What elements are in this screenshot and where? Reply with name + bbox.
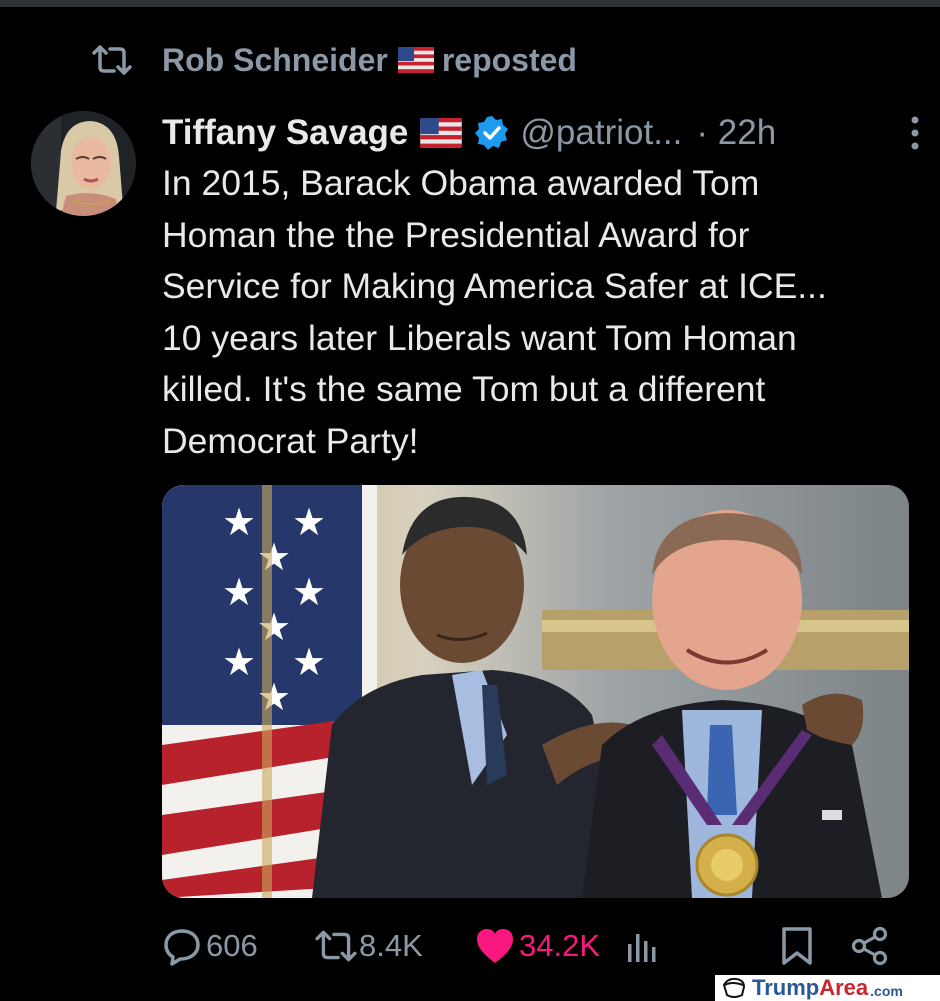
bookmark-button[interactable] <box>780 922 814 970</box>
tweet-text-line: Homan the the Presidential Award for <box>162 214 750 255</box>
svg-text:★: ★ <box>222 640 256 684</box>
repost-icon <box>315 930 357 962</box>
more-options-icon[interactable] <box>908 114 922 152</box>
svg-text:★: ★ <box>222 500 256 544</box>
analytics-bars-icon <box>628 934 656 962</box>
repost-icon <box>92 45 132 75</box>
repost-count: 8.4K <box>359 928 423 963</box>
svg-text:★: ★ <box>292 570 326 614</box>
us-flag-icon <box>420 118 463 148</box>
heart-filled-icon <box>477 929 513 963</box>
tweet-text-line: 10 years later Liberals want Tom Homan <box>162 317 797 358</box>
award-ceremony-image: ★ ★ ★ ★ ★ ★ ★ ★ ★ <box>162 485 909 898</box>
author-display-name[interactable]: Tiffany Savage <box>162 113 408 153</box>
tweet-text: In 2015, Barack Obama awarded Tom Homan … <box>162 158 922 467</box>
avatar[interactable] <box>31 111 136 216</box>
tweet-actions: 606 8.4K 34.2K <box>162 922 902 970</box>
reply-button[interactable]: 606 <box>162 922 258 970</box>
avatar-photo <box>31 111 136 216</box>
top-divider <box>0 0 940 7</box>
watermark-text-area: Area <box>819 975 869 1000</box>
share-icon <box>851 926 888 966</box>
reply-icon <box>164 929 200 966</box>
repost-button[interactable]: 8.4K <box>315 922 423 970</box>
us-flag-icon <box>397 47 434 73</box>
tweet-text-line: killed. It's the same Tom but a differen… <box>162 369 766 409</box>
like-count: 34.2K <box>519 928 601 963</box>
watermark-logo: Trump Area .com <box>722 975 903 1000</box>
reply-count: 606 <box>206 928 258 963</box>
tweet-photo[interactable]: ★ ★ ★ ★ ★ ★ ★ ★ ★ <box>162 485 909 898</box>
views-button[interactable] <box>626 922 660 970</box>
watermark-text-trump: Trump <box>752 975 820 1000</box>
bookmark-icon <box>782 927 812 965</box>
share-button[interactable] <box>850 922 890 970</box>
author-handle[interactable]: @patriot... <box>520 113 682 153</box>
like-button[interactable]: 34.2K <box>475 922 600 970</box>
timestamp[interactable]: · 22h <box>696 113 776 153</box>
repost-label: reposted <box>441 41 577 78</box>
repost-context[interactable]: Rob Schneider reposted <box>92 40 577 80</box>
svg-text:★: ★ <box>222 570 256 614</box>
svg-text:★: ★ <box>292 500 326 544</box>
tweet-text-line: Democrat Party! <box>162 420 419 461</box>
tweet-text-line: In 2015, Barack Obama awarded Tom <box>162 163 760 203</box>
tweet-text-line: Service for Making America Safer at ICE.… <box>162 266 827 306</box>
trump-hair-logo-icon <box>722 977 746 998</box>
tweet-header: Tiffany Savage @patriot... · 22h <box>162 110 922 156</box>
repost-user-name[interactable]: Rob Schneider <box>162 42 388 79</box>
verified-badge-icon <box>475 116 509 150</box>
watermark-text-com: .com <box>870 982 903 999</box>
svg-text:★: ★ <box>292 640 326 684</box>
